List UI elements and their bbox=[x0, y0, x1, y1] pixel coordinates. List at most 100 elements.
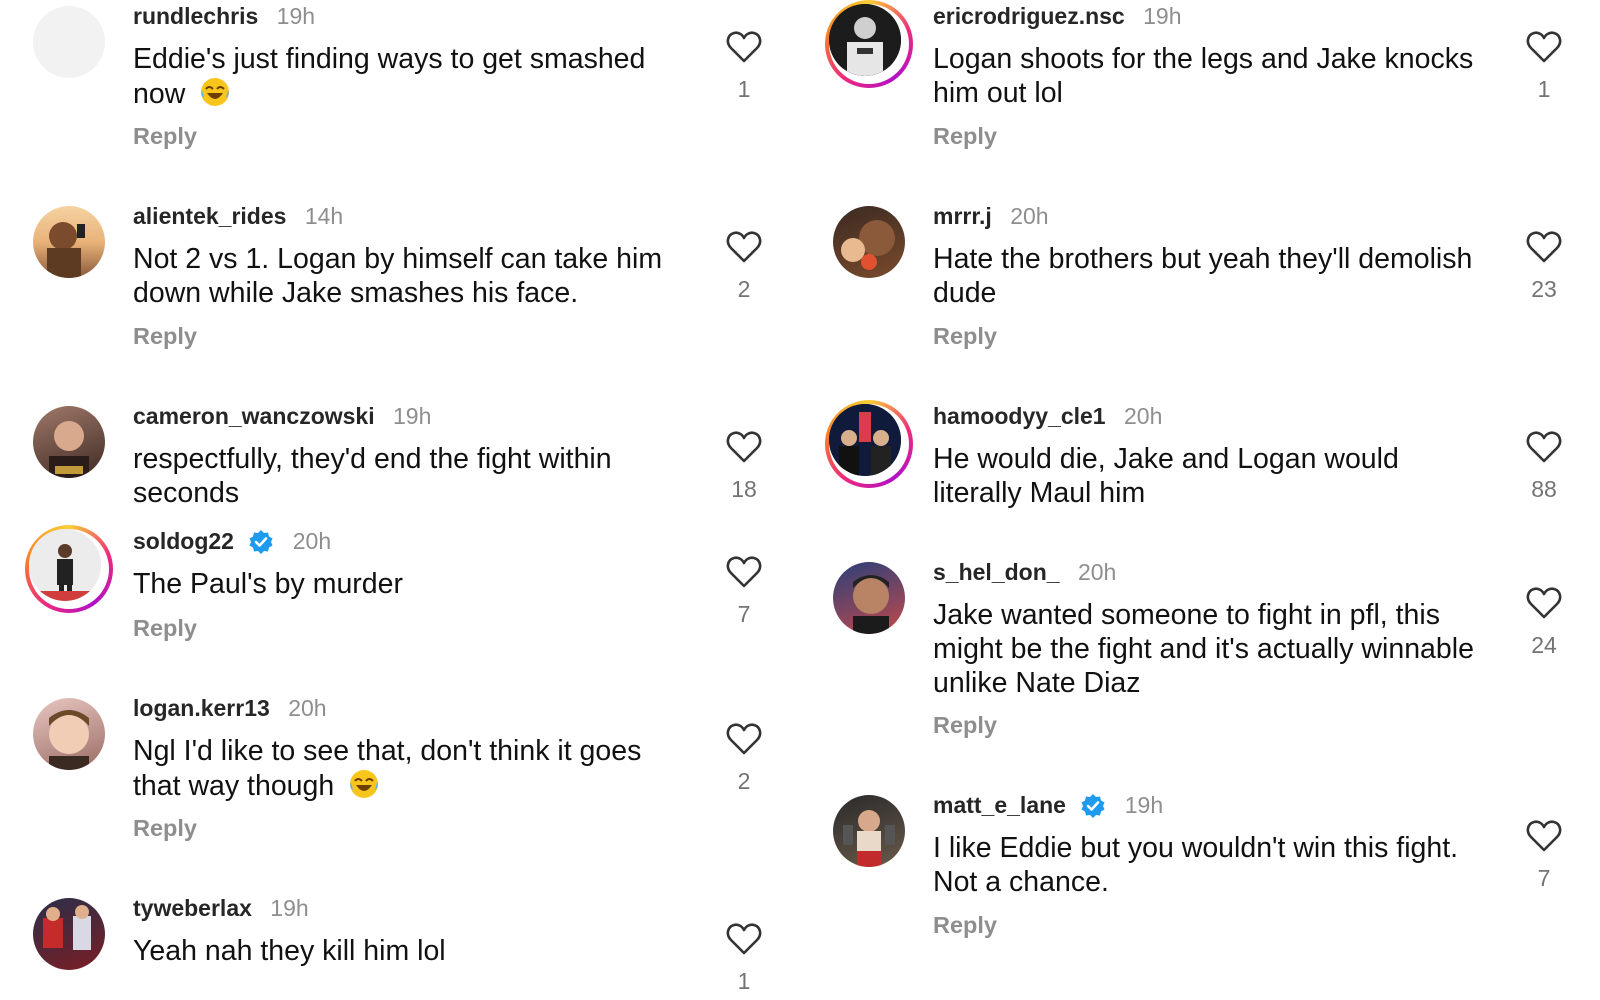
username[interactable]: s_hel_don_ bbox=[933, 559, 1060, 585]
reply-button[interactable]: Reply bbox=[133, 123, 197, 150]
timestamp: 19h bbox=[270, 895, 309, 921]
timestamp: 20h bbox=[1010, 203, 1049, 229]
like-count: 7 bbox=[1537, 865, 1551, 891]
comment-text: Hate the brothers but yeah they'll demol… bbox=[933, 243, 1473, 309]
comment-text: The Paul's by murder bbox=[133, 568, 403, 600]
comment-text: Yeah nah they kill him lol bbox=[133, 935, 446, 967]
username[interactable]: alientek_rides bbox=[133, 203, 286, 229]
heart-icon[interactable] bbox=[1526, 819, 1562, 853]
comment: logan.kerr13 20h Ngl I'd like to see tha… bbox=[0, 692, 800, 892]
username[interactable]: tyweberlax bbox=[133, 895, 252, 921]
username[interactable]: hamoodyy_cle1 bbox=[933, 403, 1106, 429]
comment: soldog22 20h The Paul's by murder Reply … bbox=[0, 525, 800, 690]
comment: tyweberlax 19h Yeah nah they kill him lo… bbox=[0, 892, 800, 1000]
avatar[interactable] bbox=[825, 0, 913, 88]
heart-icon[interactable] bbox=[726, 30, 762, 64]
like-count: 23 bbox=[1531, 276, 1557, 302]
comment-meta: tyweberlax 19h bbox=[133, 895, 309, 922]
heart-icon[interactable] bbox=[726, 230, 762, 264]
heart-icon[interactable] bbox=[726, 922, 762, 956]
comment-meta: rundlechris 19h bbox=[133, 3, 315, 30]
reply-button[interactable]: Reply bbox=[133, 323, 197, 350]
heart-icon[interactable] bbox=[1526, 30, 1562, 64]
verified-badge-icon bbox=[1080, 793, 1106, 819]
comment-text: Not 2 vs 1. Logan by himself can take hi… bbox=[133, 243, 663, 309]
heart-icon[interactable] bbox=[726, 555, 762, 589]
username[interactable]: logan.kerr13 bbox=[133, 695, 270, 721]
timestamp: 19h bbox=[393, 403, 432, 429]
right-comment-column: ericrodriguez.nsc 19h Logan shoots for t… bbox=[800, 0, 1600, 1000]
comment: s_hel_don_ 20h Jake wanted someone to fi… bbox=[800, 556, 1600, 786]
timestamp: 14h bbox=[304, 203, 344, 229]
comment: rundlechris 19h Eddie's just finding way… bbox=[0, 0, 800, 200]
comment-text: Jake wanted someone to fight in pfl, thi… bbox=[933, 599, 1474, 699]
avatar[interactable] bbox=[33, 698, 105, 770]
like-count: 18 bbox=[731, 476, 757, 502]
reply-button[interactable]: Reply bbox=[933, 912, 997, 939]
like-count: 2 bbox=[737, 768, 751, 794]
heart-icon[interactable] bbox=[726, 722, 762, 756]
avatar[interactable] bbox=[833, 795, 905, 867]
comment: matt_e_lane 19h I like Eddie but you wou… bbox=[800, 789, 1600, 1000]
like-count: 7 bbox=[737, 601, 751, 627]
like-count: 88 bbox=[1531, 476, 1557, 502]
username[interactable]: cameron_wanczowski bbox=[133, 403, 375, 429]
comment: mrrr.j 20h Hate the brothers but yeah th… bbox=[800, 200, 1600, 400]
reply-button[interactable]: Reply bbox=[133, 615, 197, 642]
comment-meta: s_hel_don_ 20h bbox=[933, 559, 1116, 586]
timestamp: 20h bbox=[1123, 403, 1163, 429]
like-count: 1 bbox=[737, 76, 751, 102]
username[interactable]: matt_e_lane bbox=[933, 792, 1066, 818]
comment-meta: logan.kerr13 20h bbox=[133, 695, 327, 722]
username[interactable]: rundlechris bbox=[133, 3, 258, 29]
comment-text: I like Eddie but you wouldn't win this f… bbox=[933, 832, 1459, 898]
comment-meta: matt_e_lane 19h bbox=[933, 792, 1163, 819]
laughing-emoji-icon bbox=[199, 76, 231, 108]
comment-text: He would die, Jake and Logan would liter… bbox=[933, 443, 1399, 509]
comment-meta: soldog22 20h bbox=[133, 528, 331, 555]
comment-text: Ngl I'd like to see that, don't think it… bbox=[133, 735, 642, 802]
timestamp: 20h bbox=[288, 695, 327, 721]
comment-meta: mrrr.j 20h bbox=[933, 203, 1049, 230]
comment-text-box: Eddie's just finding ways to get smashed… bbox=[133, 42, 693, 111]
timestamp: 20h bbox=[1077, 559, 1117, 585]
reply-button[interactable]: Reply bbox=[933, 712, 997, 739]
like-count: 1 bbox=[1537, 76, 1551, 102]
comment: ericrodriguez.nsc 19h Logan shoots for t… bbox=[800, 0, 1600, 200]
reply-button[interactable]: Reply bbox=[933, 323, 997, 350]
username[interactable]: ericrodriguez.nsc bbox=[933, 3, 1125, 29]
reply-button[interactable]: Reply bbox=[933, 123, 997, 150]
comment-meta: cameron_wanczowski 19h bbox=[133, 403, 431, 430]
comment-meta: hamoodyy_cle1 20h bbox=[933, 403, 1162, 430]
timestamp: 20h bbox=[292, 528, 332, 554]
heart-icon[interactable] bbox=[726, 430, 762, 464]
comment-text: Logan shoots for the legs and Jake knock… bbox=[933, 43, 1474, 109]
heart-icon[interactable] bbox=[1526, 586, 1562, 620]
avatar[interactable] bbox=[833, 206, 905, 278]
left-comment-column: rundlechris 19h Eddie's just finding way… bbox=[0, 0, 800, 1000]
avatar[interactable] bbox=[33, 206, 105, 278]
avatar[interactable] bbox=[33, 6, 105, 78]
heart-icon[interactable] bbox=[1526, 230, 1562, 264]
timestamp: 19h bbox=[1124, 792, 1164, 818]
avatar[interactable] bbox=[833, 562, 905, 634]
like-count: 2 bbox=[737, 276, 751, 302]
timestamp: 19h bbox=[276, 3, 316, 29]
avatar[interactable] bbox=[25, 525, 113, 613]
avatar[interactable] bbox=[33, 898, 105, 970]
comment-text-box: Ngl I'd like to see that, don't think it… bbox=[133, 734, 693, 803]
comment: alientek_rides 14h Not 2 vs 1. Logan by … bbox=[0, 200, 800, 400]
avatar[interactable] bbox=[33, 406, 105, 478]
laughing-emoji-icon bbox=[348, 768, 380, 800]
comment-text: respectfully, they'd end the fight withi… bbox=[133, 443, 612, 509]
comment-meta: alientek_rides 14h bbox=[133, 203, 343, 230]
timestamp: 19h bbox=[1143, 3, 1182, 29]
comment: hamoodyy_cle1 20h He would die, Jake and… bbox=[800, 400, 1600, 565]
comment-meta: ericrodriguez.nsc 19h bbox=[933, 3, 1182, 30]
avatar[interactable] bbox=[825, 400, 913, 488]
username[interactable]: mrrr.j bbox=[933, 203, 992, 229]
reply-button[interactable]: Reply bbox=[133, 815, 197, 842]
like-count: 1 bbox=[737, 968, 751, 994]
heart-icon[interactable] bbox=[1526, 430, 1562, 464]
username[interactable]: soldog22 bbox=[133, 528, 234, 554]
